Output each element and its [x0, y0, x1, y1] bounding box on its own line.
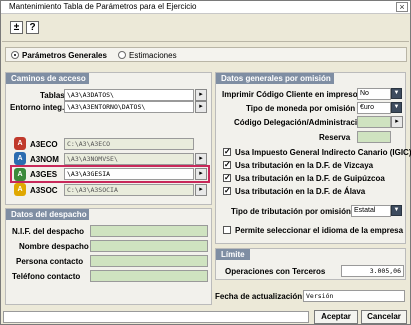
limite-header: Límite [216, 249, 250, 260]
igic-checkbox[interactable]: ✓ [223, 148, 231, 156]
a3ges-label: A3GES [30, 170, 58, 179]
help-button[interactable]: ? [26, 21, 39, 34]
delegacion-browse-button[interactable]: ▸ [391, 116, 403, 128]
close-button[interactable]: × [396, 2, 408, 12]
idioma-label: Permite seleccionar el idioma de la empr… [235, 226, 404, 235]
toolbar: ± ? [2, 15, 409, 42]
delegacion-label: Código Delegación/Administración [234, 118, 367, 127]
a3soc-browse-button[interactable]: ▸ [195, 184, 207, 196]
alava-checkbox[interactable]: ✓ [223, 187, 231, 195]
entorno-browse-button[interactable]: ▸ [195, 101, 207, 113]
despacho-panel: Datos del despacho N.I.F. del despacho N… [5, 208, 212, 305]
cancelar-button[interactable]: Cancelar [361, 310, 407, 324]
a3nom-browse-button[interactable]: ▸ [195, 153, 207, 165]
actualizacion-input[interactable]: Versión [303, 290, 405, 302]
a3eco-label: A3ECO [30, 140, 58, 149]
a3ges-input[interactable]: \A3\A3GESIA [64, 168, 194, 180]
nif-input[interactable] [90, 225, 208, 237]
a3ges-icon: A [14, 168, 26, 181]
operaciones-label: Operaciones con Terceros [225, 267, 326, 276]
dialog-window: Mantenimiento Tabla de Parámetros para e… [0, 0, 411, 325]
tablas-browse-button[interactable]: ▸ [195, 89, 207, 101]
imprimir-label: Imprimir Código Cliente en impresos [222, 90, 363, 99]
persona-label: Persona contacto [16, 257, 84, 266]
a3soc-icon: A [14, 183, 26, 196]
nombre-input[interactable] [90, 240, 208, 252]
delegacion-input[interactable] [357, 116, 391, 128]
limite-panel: Límite Operaciones con Terceros 3.005,06 [215, 248, 406, 280]
a3nom-input[interactable]: \A3\A3NOMVSE\ [64, 153, 194, 165]
tablas-label: Tablas [40, 91, 65, 100]
caminos-panel: Caminos de acceso Tablas \A3\A3DATOS\ ▸ … [5, 72, 212, 205]
status-field [3, 311, 309, 323]
actualizacion-label: Fecha de actualización [215, 292, 303, 301]
tab-bar: Parámetros Generales Estimaciones [5, 47, 407, 62]
a3nom-icon: A [14, 152, 26, 165]
nif-label: N.I.F. del despacho [12, 227, 85, 236]
reserva-input[interactable] [357, 131, 391, 143]
aceptar-button[interactable]: Aceptar [314, 310, 358, 324]
tributacion-select[interactable]: Estatal [351, 205, 391, 217]
entorno-input[interactable]: \A3\A3ENTORNO\DATOS\ [64, 101, 194, 113]
a3soc-input[interactable]: C:\A3\A3SOCIA [64, 184, 194, 196]
reserva-label: Reserva [319, 133, 351, 142]
add-button[interactable]: ± [10, 21, 23, 34]
generales-panel: Datos generales por omisión Imprimir Cód… [215, 72, 411, 244]
idioma-checkbox[interactable] [223, 226, 231, 234]
persona-input[interactable] [90, 255, 208, 267]
a3ges-browse-button[interactable]: ▸ [195, 168, 207, 180]
alava-label: Usa tributación en la D.F. de Álava [235, 187, 366, 196]
a3eco-input[interactable]: C:\A3\A3ECO [64, 138, 194, 150]
vizcaya-checkbox[interactable]: ✓ [223, 161, 231, 169]
title-bar: Mantenimiento Tabla de Parámetros para e… [1, 1, 410, 14]
telefono-input[interactable] [90, 270, 208, 282]
tab-generales-radio[interactable] [11, 51, 19, 59]
despacho-header: Datos del despacho [6, 209, 89, 220]
moneda-select[interactable]: €uro [357, 102, 391, 114]
moneda-dropdown-icon[interactable]: ▼ [391, 102, 402, 113]
guipuzcoa-label: Usa tributación en la D.F. de Guipúzcoa [235, 174, 385, 183]
tributacion-label: Tipo de tributación por omisión [231, 207, 351, 216]
tab-estimaciones[interactable]: Estimaciones [129, 51, 177, 60]
a3eco-icon: A [14, 137, 26, 150]
nombre-label: Nombre despacho [19, 242, 89, 251]
tablas-input[interactable]: \A3\A3DATOS\ [64, 89, 194, 101]
entorno-label: Entorno integ. [10, 103, 65, 112]
generales-header: Datos generales por omisión [216, 73, 334, 84]
imprimir-dropdown-icon[interactable]: ▼ [391, 88, 402, 99]
a3nom-label: A3NOM [30, 155, 59, 164]
operaciones-input[interactable]: 3.005,06 [341, 265, 404, 277]
caminos-header: Caminos de acceso [6, 73, 89, 84]
igic-label: Usa Impuesto General Indirecto Canario (… [235, 148, 411, 157]
vizcaya-label: Usa tributación en la D.F. de Vizcaya [235, 161, 374, 170]
tab-generales[interactable]: Parámetros Generales [22, 51, 107, 60]
a3soc-label: A3SOC [30, 186, 58, 195]
tab-estimaciones-radio[interactable] [118, 51, 126, 59]
imprimir-select[interactable]: No [357, 88, 391, 100]
guipuzcoa-checkbox[interactable]: ✓ [223, 174, 231, 182]
moneda-label: Tipo de moneda por omisión [246, 104, 356, 113]
window-title: Mantenimiento Tabla de Parámetros para e… [9, 2, 197, 11]
tributacion-dropdown-icon[interactable]: ▼ [391, 205, 402, 216]
telefono-label: Teléfono contacto [12, 272, 81, 281]
